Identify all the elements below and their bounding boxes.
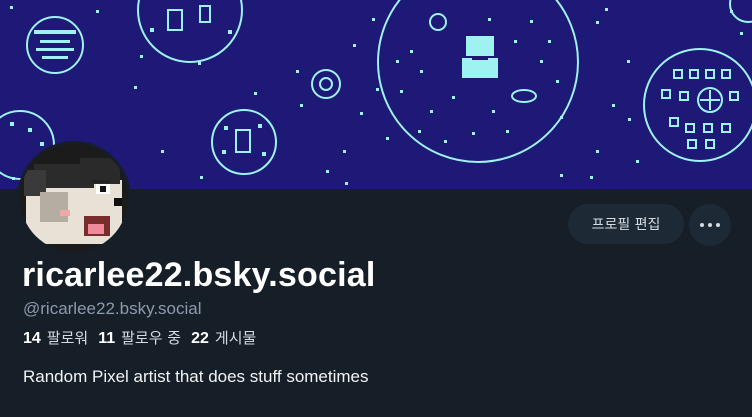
following-count: 11 <box>98 330 116 347</box>
more-options-button[interactable] <box>689 204 731 246</box>
followers-count: 14 <box>23 330 41 347</box>
posts-stat: 22 게시물 <box>191 327 256 348</box>
profile-stats: 14 팔로워 11 팔로우 중 22 게시물 <box>23 327 266 348</box>
display-name: ricarlee22.bsky.social <box>22 256 376 294</box>
posts-count: 22 <box>191 330 209 347</box>
following-label: 팔로우 중 <box>121 329 182 347</box>
ellipsis-icon <box>698 223 722 227</box>
profile-bio: Random Pixel artist that does stuff some… <box>23 367 369 386</box>
followers-label: 팔로워 <box>46 329 89 347</box>
profile-handle: @ricarlee22.bsky.social <box>23 299 202 318</box>
posts-label: 게시물 <box>214 329 257 347</box>
followers-stat[interactable]: 14 팔로워 <box>23 327 88 348</box>
edit-profile-button[interactable]: 프로필 편집 <box>568 204 684 244</box>
dog-pixel-avatar-image <box>20 144 128 252</box>
following-stat[interactable]: 11 팔로우 중 <box>98 327 181 348</box>
avatar[interactable] <box>17 141 131 255</box>
